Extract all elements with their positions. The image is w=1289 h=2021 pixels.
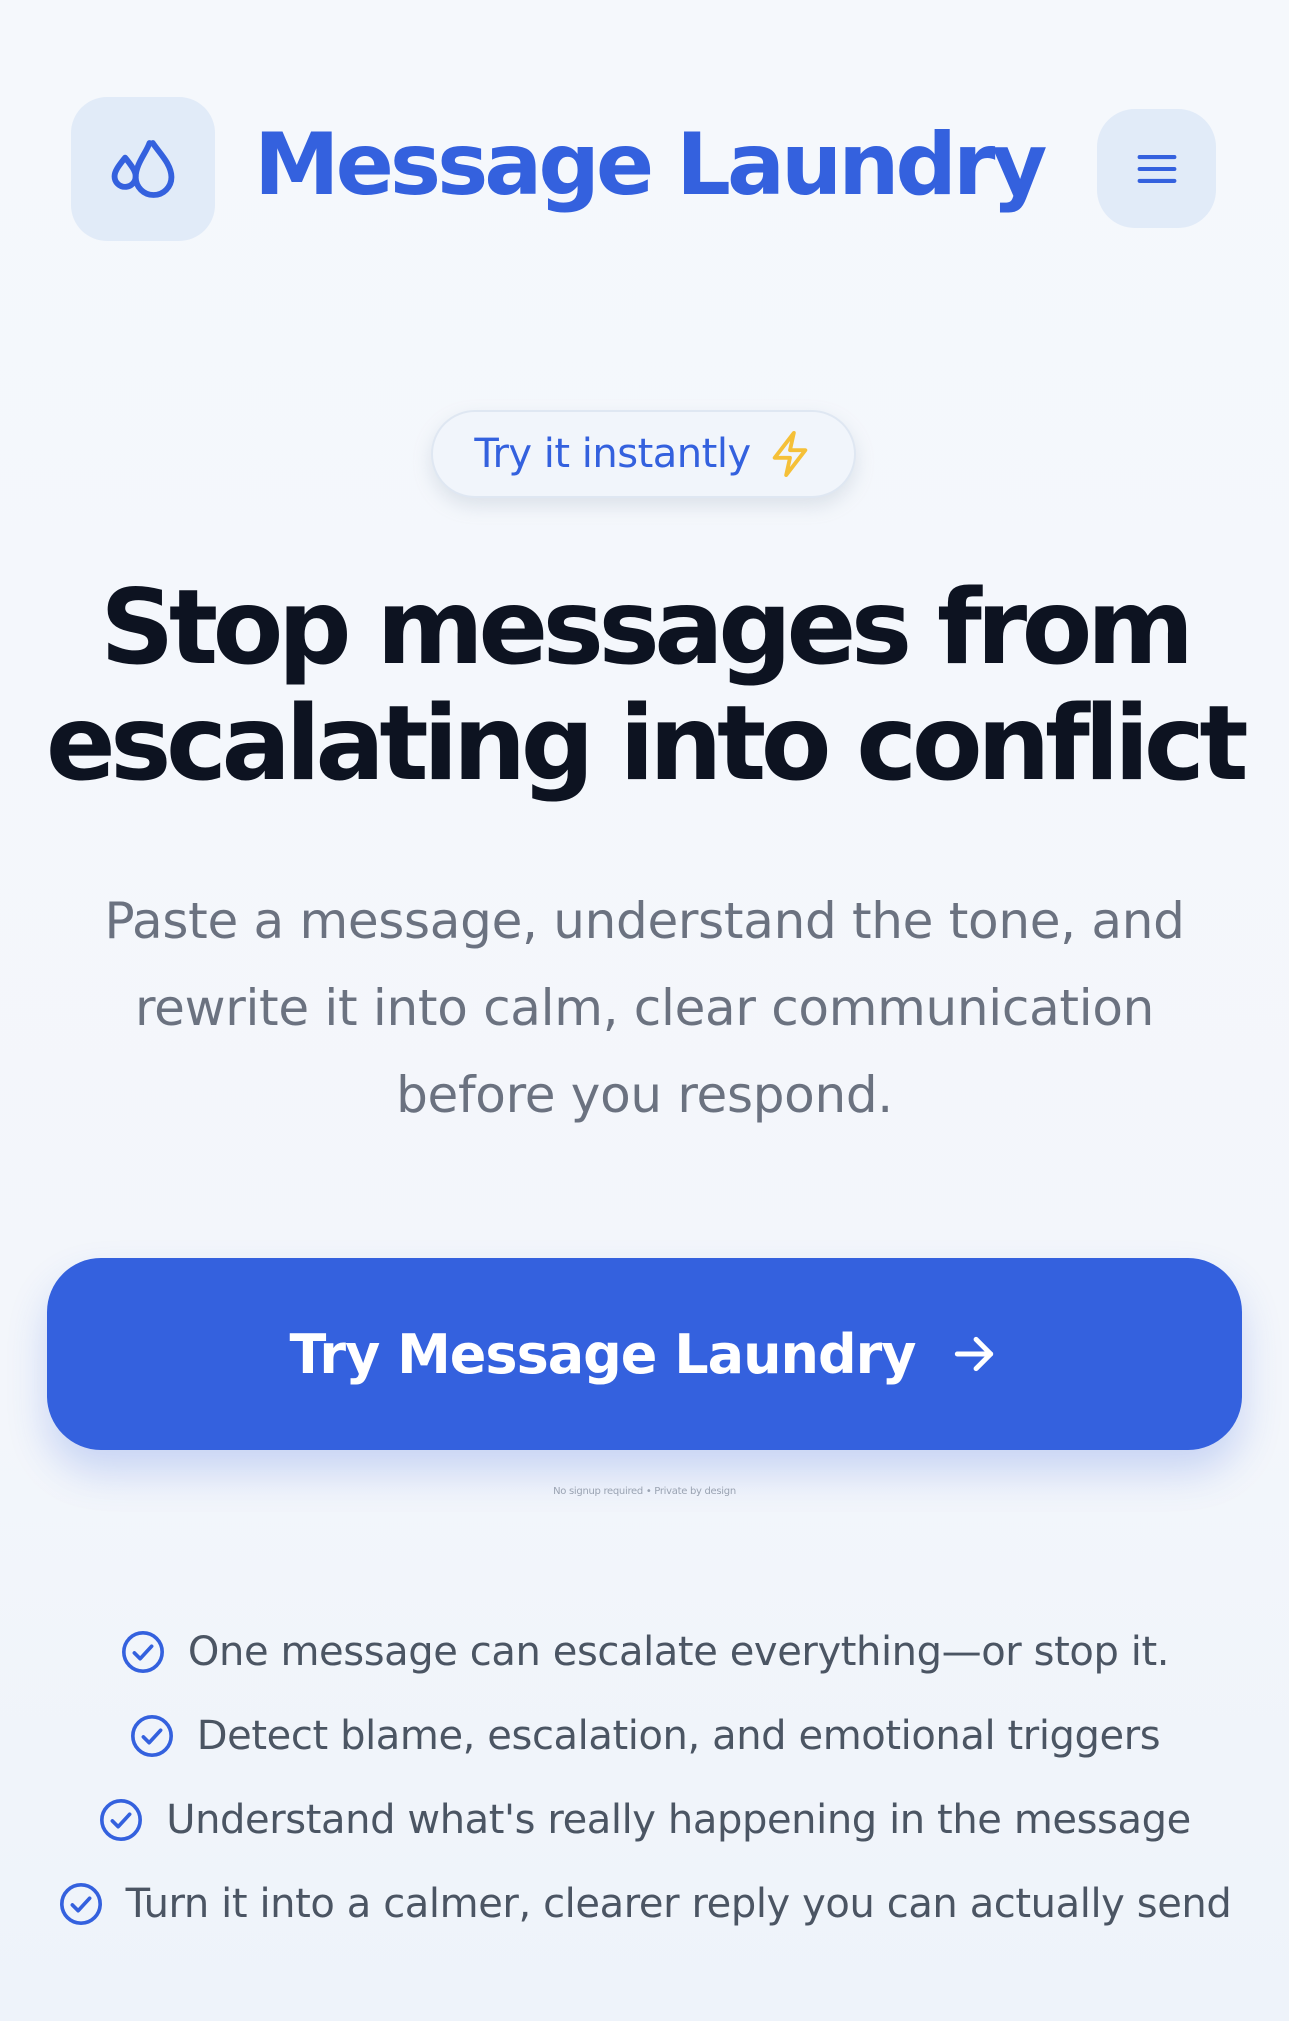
list-item: Detect blame, escalation, and emotional …: [0, 1694, 1289, 1778]
cta-label: Try Message Laundry: [289, 1322, 917, 1386]
brand-name[interactable]: Message Laundry: [254, 118, 1047, 213]
hamburger-menu-icon: [1137, 154, 1176, 183]
droplets-icon: [111, 140, 175, 198]
try-instantly-badge: Try it instantly: [431, 410, 856, 498]
headline-line-2: escalating into conflict: [45, 684, 1249, 804]
lightning-bolt-icon: [772, 430, 807, 477]
check-circle-icon: [100, 1799, 143, 1841]
page-headline: Stop messages from escalating into confl…: [40, 570, 1249, 802]
hero-description: Paste a message, understand the tone, an…: [80, 878, 1209, 1139]
feature-text: Turn it into a calmer, clearer reply you…: [125, 1881, 1232, 1927]
list-item: One message can escalate everything—or s…: [0, 1610, 1289, 1694]
description-line-1: Paste a message, understand the tone, an…: [104, 892, 1185, 950]
logo[interactable]: [71, 97, 215, 241]
try-message-laundry-button[interactable]: Try Message Laundry: [47, 1258, 1242, 1450]
cta-fine-print: No signup required • Private by design: [553, 1486, 736, 1497]
check-circle-icon: [130, 1715, 173, 1757]
feature-text: Detect blame, escalation, and emotional …: [196, 1713, 1161, 1759]
feature-text: One message can escalate everything—or s…: [187, 1629, 1170, 1675]
badge-label: Try it instantly: [474, 431, 751, 477]
feature-text: Understand what's really happening in th…: [166, 1797, 1191, 1843]
menu-button[interactable]: [1097, 109, 1216, 228]
list-item: Understand what's really happening in th…: [0, 1778, 1289, 1862]
headline-line-1: Stop messages from: [100, 568, 1194, 688]
description-line-3: before you respond.: [396, 1066, 893, 1124]
feature-list: One message can escalate everything—or s…: [0, 1610, 1289, 1946]
site-header: Message Laundry: [0, 0, 1289, 241]
description-line-2: rewrite it into calm, clear communicatio…: [135, 979, 1154, 1037]
check-circle-icon: [59, 1883, 102, 1925]
arrow-right-icon: [955, 1336, 994, 1372]
landing-page: Message Laundry Try it instantly Stop me…: [0, 0, 1289, 2021]
check-circle-icon: [121, 1631, 164, 1673]
list-item: Turn it into a calmer, clearer reply you…: [0, 1862, 1289, 1946]
